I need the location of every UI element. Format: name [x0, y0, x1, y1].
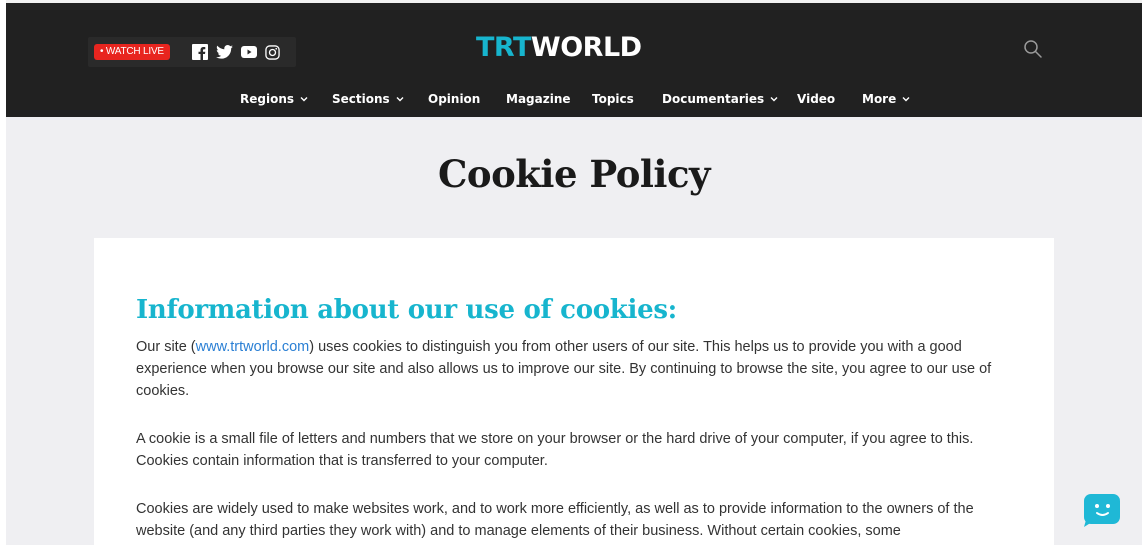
paragraph-3: Cookies are widely used to make websites…	[136, 501, 974, 539]
nav-label: Opinion	[428, 92, 481, 106]
paragraph-1: Our site (www.trtworld.com) uses cookies…	[136, 336, 1016, 402]
instagram-icon[interactable]	[264, 44, 280, 60]
nav-topics[interactable]: Topics	[592, 87, 634, 111]
trt-world-logo[interactable]: TRT WORLD	[476, 31, 642, 65]
nav-magazine[interactable]: Magazine	[506, 87, 571, 111]
section-heading: Information about our use of cookies:	[136, 295, 677, 325]
twitter-icon[interactable]	[215, 44, 233, 60]
nav-label: More	[862, 92, 897, 106]
content-card: Information about our use of cookies: Ou…	[94, 238, 1054, 558]
paragraph-2: A cookie is a small file of letters and …	[136, 431, 974, 469]
chevron-down-icon	[770, 97, 778, 102]
watch-live-button[interactable]: • WATCH LIVE	[94, 44, 170, 60]
page-title: Cookie Policy	[437, 152, 711, 196]
site-header: • WATCH LIVE TRT WORLD Regions Sections …	[6, 0, 1142, 117]
logo-trt: TRT	[476, 32, 531, 63]
youtube-icon[interactable]	[240, 44, 258, 60]
site-link[interactable]: www.trtworld.com	[196, 339, 310, 355]
nav-video[interactable]: Video	[797, 87, 835, 111]
main-nav: Regions Sections Opinion Magazine Topics…	[6, 87, 1142, 111]
nav-label: Topics	[592, 92, 634, 106]
nav-more[interactable]: More	[862, 87, 910, 111]
nav-label: Sections	[332, 92, 390, 106]
chevron-down-icon	[902, 97, 910, 102]
page: • WATCH LIVE TRT WORLD Regions Sections …	[6, 0, 1142, 558]
chat-widget-icon[interactable]	[1082, 492, 1122, 528]
nav-opinion[interactable]: Opinion	[428, 87, 480, 111]
nav-label: Documentaries	[662, 92, 765, 106]
nav-regions[interactable]: Regions	[240, 87, 308, 111]
logo-world: WORLD	[530, 32, 642, 63]
nav-label: Magazine	[506, 92, 571, 106]
nav-documentaries[interactable]: Documentaries	[662, 87, 778, 111]
paragraph-text: Our site (	[136, 339, 196, 355]
nav-label: Video	[797, 92, 836, 106]
facebook-icon[interactable]	[192, 44, 208, 60]
nav-sections[interactable]: Sections	[332, 87, 404, 111]
chevron-down-icon	[396, 97, 404, 102]
nav-label: Regions	[240, 92, 295, 106]
live-social-bar: • WATCH LIVE	[88, 37, 296, 67]
search-icon[interactable]	[1023, 39, 1043, 59]
chevron-down-icon	[300, 97, 308, 102]
